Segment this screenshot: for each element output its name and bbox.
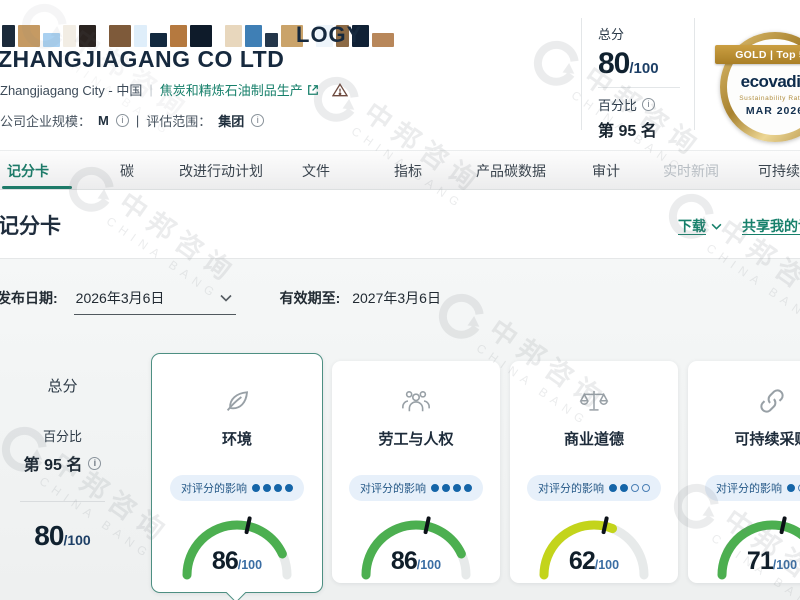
impact-dots xyxy=(787,484,800,492)
toolbar: 记分卡 下载 共享我的记分卡 xyxy=(0,190,800,258)
info-icon[interactable]: i xyxy=(116,114,129,127)
warning-icon[interactable] xyxy=(332,83,348,97)
category-card-sustainable-procurement[interactable]: 可持续采购 对评分的影响 71/100 xyxy=(688,361,800,583)
category-card-labor-human-rights[interactable]: 劳工与人权 对评分的影响 86/100 xyxy=(332,361,500,583)
percentile-label: 百分比 xyxy=(0,426,125,445)
overall-score-panel: 总分 百分比 第 95 名 i 80/100 xyxy=(0,353,125,552)
info-icon[interactable]: i xyxy=(642,98,655,111)
tab-improvement-plan[interactable]: 改进行动计划 xyxy=(179,151,263,191)
impact-pill: 对评分的影响 xyxy=(705,475,800,501)
link-icon xyxy=(688,386,800,418)
info-icon[interactable]: i xyxy=(88,457,101,470)
company-size-value: M xyxy=(98,113,109,128)
impact-pill: 对评分的影响 xyxy=(527,475,661,501)
publish-date-dropdown[interactable]: 2026年3月6日 xyxy=(74,284,236,315)
chevron-down-icon xyxy=(711,223,722,230)
badge-subtitle: Sustainability Rating xyxy=(739,95,800,102)
badge-tier: GOLD | Top 5% xyxy=(715,45,800,64)
tab-indicators[interactable]: 指标 xyxy=(394,151,422,191)
tab-product-carbon-data[interactable]: 产品碳数据 xyxy=(476,151,546,191)
total-score-label: 总分 xyxy=(598,24,694,43)
leaf-icon xyxy=(152,386,322,418)
card-score-denominator: /100 xyxy=(773,558,797,572)
card-score-denominator: /100 xyxy=(595,558,619,572)
card-score: 62 xyxy=(569,547,595,575)
percentile-label: 百分比 xyxy=(598,95,637,114)
valid-until-value: 2027年3月6日 xyxy=(352,290,441,306)
category-card-business-ethics[interactable]: 商业道德 对评分的影响 62/100 xyxy=(510,361,678,583)
score-gauge: 71/100 xyxy=(710,511,800,586)
ecovadis-logo: ecovadis xyxy=(741,72,800,92)
percentile-rank: 第 95 名 xyxy=(24,451,83,475)
page-header: LOGY ZHANGJIAGANG CO LTD Zhangjiagang Ci… xyxy=(0,0,800,150)
share-scorecard-button[interactable]: 共享我的记分卡 xyxy=(742,216,800,236)
download-button[interactable]: 下载 xyxy=(678,216,722,236)
card-score: 86 xyxy=(212,547,238,575)
card-score-denominator: /100 xyxy=(238,558,262,572)
active-tab-indicator xyxy=(2,186,72,189)
card-title: 环境 xyxy=(152,428,322,449)
company-name-suffix: LOGY xyxy=(296,22,362,48)
page-title: 记分卡 xyxy=(0,210,61,240)
external-link-icon xyxy=(307,84,319,96)
company-location: Zhangjiagang City - 中国 xyxy=(0,80,142,99)
tab-audit[interactable]: 审计 xyxy=(592,151,620,191)
impact-dots xyxy=(431,484,472,492)
industry-link[interactable]: 焦炭和精炼石油制品生产 xyxy=(160,80,319,99)
tab-documents[interactable]: 文件 xyxy=(302,151,330,191)
total-score-denominator: /100 xyxy=(629,60,658,77)
people-icon xyxy=(332,386,500,418)
scorecard-content: 发布日期: 2026年3月6日 有效期至: 2027年3月6日 总分 百分比 第… xyxy=(0,258,800,600)
publish-date-value: 2026年3月6日 xyxy=(76,288,165,308)
badge-date: MAR 2026 xyxy=(746,105,800,117)
score-gauge: 62/100 xyxy=(532,511,656,586)
publish-date-label: 发布日期: xyxy=(0,284,58,308)
scope-label: 评估范围： xyxy=(146,111,211,130)
info-icon[interactable]: i xyxy=(251,114,264,127)
company-size-label: 公司企业规模： xyxy=(0,111,91,130)
impact-dots xyxy=(609,484,650,492)
total-score-value: 80 xyxy=(598,47,629,80)
total-score-value: 80 xyxy=(34,520,63,551)
impact-dots xyxy=(252,484,293,492)
company-name: ZHANGJIAGANG CO LTD xyxy=(0,46,284,73)
divider: | xyxy=(136,113,139,128)
chevron-down-icon xyxy=(220,294,232,302)
scales-icon xyxy=(510,386,678,418)
total-score-label: 总分 xyxy=(0,375,125,396)
category-card-environment[interactable]: 环境 对评分的影响 86/100 xyxy=(151,353,323,593)
overall-score-box: 总分 80/100 百分比 i 第 95 名 xyxy=(581,18,695,130)
impact-pill: 对评分的影响 xyxy=(170,475,304,501)
valid-until-label: 有效期至: xyxy=(280,290,341,306)
card-score-denominator: /100 xyxy=(417,558,441,572)
tab-bar: 记分卡 碳 改进行动计划 文件 指标 产品碳数据 审计 实时新闻 可持续发展 xyxy=(0,150,800,190)
divider: | xyxy=(149,82,152,97)
card-title: 可持续采购 xyxy=(688,428,800,449)
card-score: 86 xyxy=(391,547,417,575)
tab-sustainability[interactable]: 可持续发展 xyxy=(758,151,800,191)
total-score-denominator: /100 xyxy=(63,532,90,548)
percentile-rank: 第 95 名 xyxy=(598,117,694,141)
score-gauge: 86/100 xyxy=(354,511,478,586)
tab-carbon[interactable]: 碳 xyxy=(120,151,134,191)
ecovadis-medal: ecovadis Sustainability Rating MAR 2026 … xyxy=(720,32,800,142)
card-score: 71 xyxy=(747,547,773,575)
tab-scorecard[interactable]: 记分卡 xyxy=(7,151,49,191)
tab-live-news[interactable]: 实时新闻 xyxy=(663,151,719,191)
card-title: 商业道德 xyxy=(510,428,678,449)
card-title: 劳工与人权 xyxy=(332,428,500,449)
score-gauge: 86/100 xyxy=(175,511,299,586)
scope-value: 集团 xyxy=(218,111,244,130)
impact-pill: 对评分的影响 xyxy=(349,475,483,501)
